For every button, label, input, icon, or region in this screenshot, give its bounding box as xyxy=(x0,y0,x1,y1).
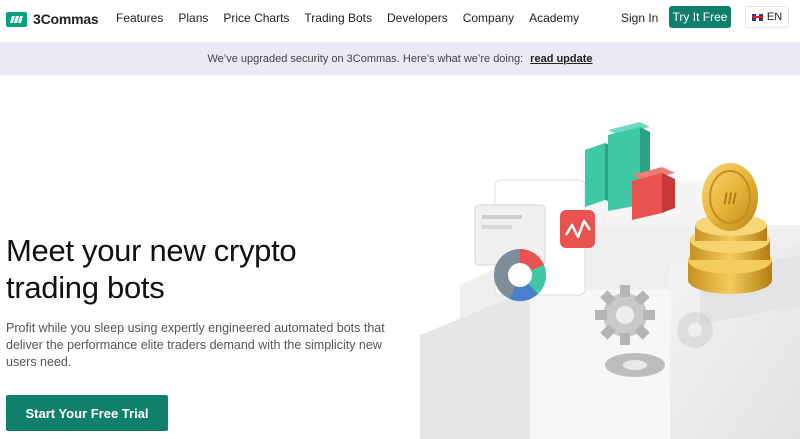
start-free-trial-button[interactable]: Start Your Free Trial xyxy=(6,395,168,431)
pie-chart-icon xyxy=(494,249,547,302)
hero-illustration: /// xyxy=(400,75,800,439)
gear-icon xyxy=(605,353,665,377)
nav-links: Features Plans Price Charts Trading Bots… xyxy=(116,11,594,25)
language-label: EN xyxy=(766,11,783,23)
gear-icon xyxy=(595,285,655,345)
nav-link-trading-bots[interactable]: Trading Bots xyxy=(304,11,372,25)
brand-name: 3Commas xyxy=(33,11,99,27)
read-update-link[interactable]: read update xyxy=(530,53,592,65)
top-navigation: 3Commas Features Plans Price Charts Trad… xyxy=(0,0,800,42)
try-it-free-button[interactable]: Try It Free xyxy=(669,6,731,28)
security-banner: We’ve upgraded security on 3Commas. Here… xyxy=(0,42,800,75)
banner-text: We’ve upgraded security on 3Commas. Here… xyxy=(207,52,524,65)
logo-icon xyxy=(6,11,27,27)
svg-text:///: /// xyxy=(723,191,737,208)
nav-link-plans[interactable]: Plans xyxy=(178,11,208,25)
nav-link-features[interactable]: Features xyxy=(116,11,163,25)
brand-logo[interactable]: 3Commas xyxy=(6,9,99,29)
nav-link-developers[interactable]: Developers xyxy=(387,11,448,25)
sign-in-link[interactable]: Sign In xyxy=(621,11,658,25)
hero-subtitle: Profit while you sleep using expertly en… xyxy=(6,321,385,369)
hero-title: Meet your new crypto trading bots xyxy=(6,233,297,305)
uk-flag-icon xyxy=(751,13,763,21)
line-chart-icon xyxy=(560,210,595,248)
nav-link-academy[interactable]: Academy xyxy=(529,11,579,25)
nav-link-company[interactable]: Company xyxy=(463,11,514,25)
language-selector[interactable]: EN xyxy=(745,6,789,28)
gear-icon xyxy=(677,312,713,348)
nav-link-price-charts[interactable]: Price Charts xyxy=(223,11,289,25)
